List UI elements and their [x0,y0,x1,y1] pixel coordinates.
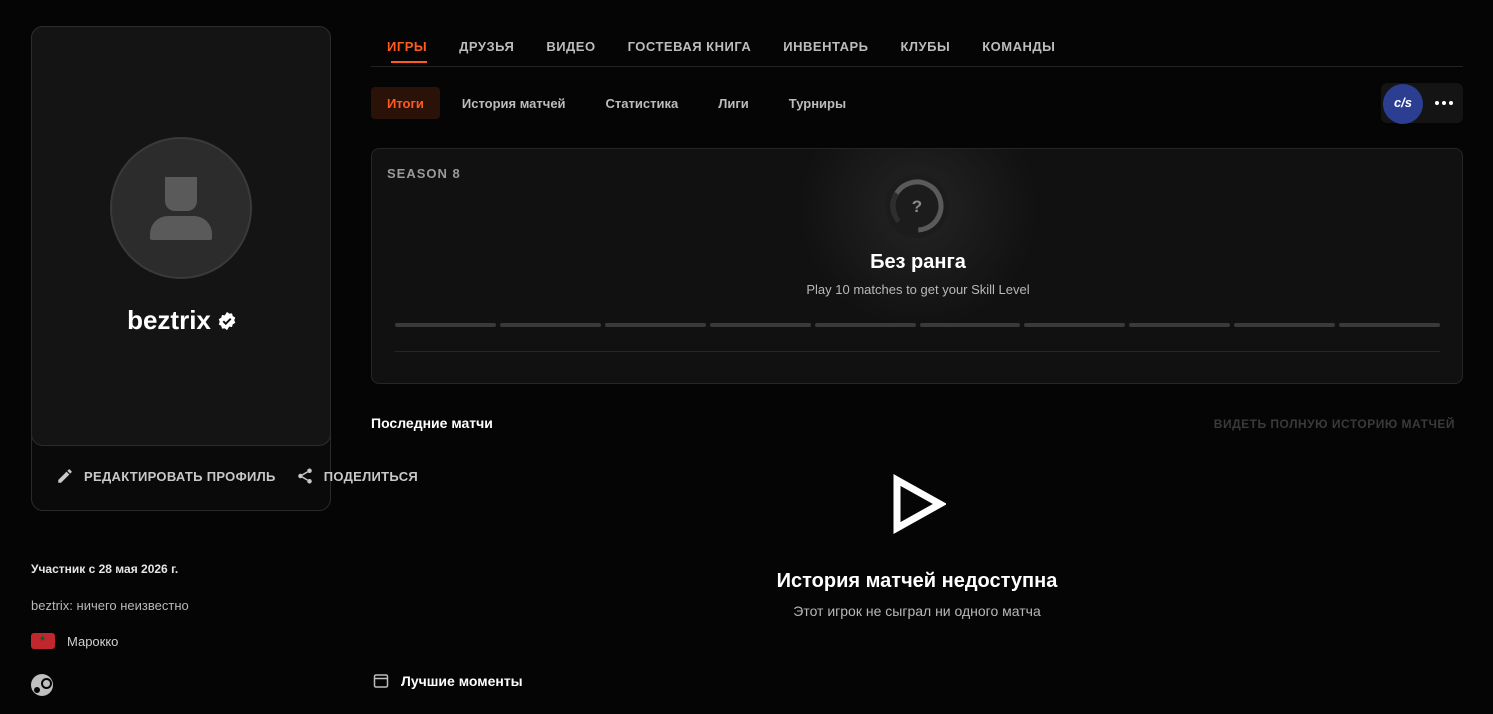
username: beztrix [127,305,211,335]
subtab-tournaments[interactable]: Турниры [769,87,866,119]
subtab-statistics[interactable]: Статистика [586,87,699,119]
profile-actions: РЕДАКТИРОВАТЬ ПРОФИЛЬ ПОДЕЛИТЬСЯ [56,467,418,485]
rank-title: Без ранга [870,251,966,273]
verified-badge-icon [218,311,236,331]
rank-subtitle: Play 10 matches to get your Skill Level [806,282,1030,297]
cs-game-logo[interactable]: c/s [1383,84,1423,124]
more-icon[interactable] [1435,101,1453,105]
share-icon [297,468,312,484]
season-label: SEASON 8 [387,166,461,181]
pencil-icon [58,469,72,483]
skill-level-unknown-icon: ? [885,174,949,238]
clapperboard-icon [373,674,389,688]
edit-profile-button[interactable]: РЕДАКТИРОВАТЬ ПРОФИЛЬ [56,467,276,485]
skill-level-segment [814,323,916,327]
main-tabs: ИГРЫ ДРУЗЬЯ ВИДЕО ГОСТЕВАЯ КНИГА ИНВЕНТА… [371,26,1463,67]
country-name: Марокко [67,633,119,649]
skill-level-segment [1234,323,1336,327]
profile-header: beztrix [31,26,331,446]
username-row: beztrix [32,305,332,336]
avatar-placeholder-icon [165,177,197,211]
play-icon [893,474,946,534]
subtab-match-history[interactable]: История матчей [442,87,586,119]
game-selector[interactable]: c/s [1381,83,1463,124]
full-match-history-link[interactable]: ВИДЕТЬ ПОЛНУЮ ИСТОРИЮ МАТЧЕЙ [1214,417,1455,431]
tab-games[interactable]: ИГРЫ [371,26,443,66]
avatar [110,137,252,279]
skill-level-segment [1024,323,1126,327]
recent-matches-title: Последние матчи [371,415,493,431]
empty-state-title: История матчей недоступна [776,570,1058,592]
divider [395,351,1440,352]
skill-level-segment [604,323,706,327]
tab-clubs[interactable]: КЛУБЫ [885,26,967,66]
subtab-leagues[interactable]: Лиги [698,87,769,119]
tab-guestbook[interactable]: ГОСТЕВАЯ КНИГА [612,26,768,66]
empty-state-subtitle: Этот игрок не сыграл ни одного матча [793,603,1041,619]
share-button[interactable]: ПОДЕЛИТЬСЯ [296,467,418,485]
skill-level-segment [709,323,811,327]
skill-level-segment [1129,323,1231,327]
skill-level-segment [919,323,1021,327]
tab-teams[interactable]: КОМАНДЫ [966,26,1071,66]
steam-icon[interactable] [31,674,53,696]
highlights-title: Лучшие моменты [401,673,523,689]
edit-profile-label: РЕДАКТИРОВАТЬ ПРОФИЛЬ [84,468,276,484]
member-since: Участник с 28 мая 2026 г. [31,562,179,576]
profile-bio: beztrix: ничего неизвестно [31,598,189,613]
subtab-summary[interactable]: Итоги [371,87,440,119]
skill-level-segment [499,323,601,327]
highlights-section[interactable]: Лучшие моменты [373,673,523,689]
tab-friends[interactable]: ДРУЗЬЯ [443,26,530,66]
tab-videos[interactable]: ВИДЕО [530,26,611,66]
profile-card: beztrix РЕДАКТИРОВАТЬ ПРОФИЛЬ ПОДЕЛИТЬСЯ [31,26,418,511]
tab-inventory[interactable]: ИНВЕНТАРЬ [767,26,884,66]
svg-text:?: ? [912,197,922,216]
skill-level-progress [395,323,1441,327]
morocco-flag-icon [31,633,55,649]
sub-tabs: Итоги История матчей Статистика Лиги Тур… [371,87,866,119]
country-row: Марокко [31,633,118,649]
share-label: ПОДЕЛИТЬСЯ [323,468,419,484]
skill-level-segment [395,323,496,327]
skill-level-segment [1339,323,1441,327]
rank-panel: SEASON 8 ? Без ранга Play 10 matches to … [371,148,1463,384]
